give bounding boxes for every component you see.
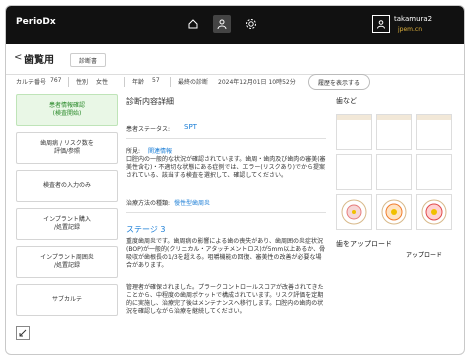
upload-link[interactable]: アップロード [406,250,442,259]
karute-value: 767 [50,77,62,84]
age-value: 57 [152,77,160,84]
sidebar-item-examiner-input[interactable]: 検査者の入力のみ [16,170,118,202]
upload-section-title: 歯をアップロード [336,240,392,248]
app-window: PerioDx takamura2 jpem.cn < 歯覧用 診断書 カルテ番… [5,5,465,355]
app-logo: PerioDx [16,17,56,27]
page-title: 歯覧用 [24,55,54,66]
periodontal-circle-thumbnail[interactable] [336,194,372,230]
section-heading: 診断内容詳細 [126,97,174,106]
diagnosis-link[interactable]: 慢性型歯周炎 [174,198,210,207]
periodontal-circle-thumbnail[interactable] [416,194,452,230]
divider [126,212,326,213]
expand-icon[interactable] [16,326,30,340]
user-subtext: jpem.cn [398,26,423,33]
xray-thumbnail[interactable] [416,114,452,150]
sex-label: 性別 [76,79,89,86]
thumbnail-strip [417,115,451,120]
status-label: 患者ステータス: [126,126,171,133]
teeth-section-title: 歯など [336,97,357,105]
chart-thumbnail[interactable] [376,154,412,190]
page-header: < 歯覧用 診断書 [6,44,464,75]
back-icon[interactable]: < [14,52,22,63]
sex-value: 女性 [96,79,109,86]
circle-chart-icon [381,199,407,225]
sidebar-item-implant-purchase[interactable]: インプラント購入 /処置記録 [16,208,118,240]
show-history-button[interactable]: 履歴を表示する [308,74,370,90]
last-diagnosis-label: 最終の診断 [178,79,209,86]
report-button[interactable]: 診断書 [70,53,106,67]
patient-icon[interactable] [213,15,231,33]
stage-paragraph-1: 重度歯周炎です。歯周病の影響による歯の喪失があり、歯周囲の炎症状況(BOP)が一… [126,238,326,269]
status-value: SPT [184,123,197,131]
right-panel: 歯など 歯をアップロード アップロード [336,94,456,324]
notes-text: 口腔内の一般的な状況が確認されています。歯周・歯肉及び歯肉の審美(審美性含む)・… [126,156,326,179]
screen-frame: PerioDx takamura2 jpem.cn < 歯覧用 診断書 カルテ番… [0,0,468,358]
xray-thumbnail[interactable] [376,114,412,150]
sidebar-item-peri-implantitis[interactable]: インプラント周囲炎 /処置記録 [16,246,118,278]
user-avatar-icon[interactable] [372,15,390,33]
notes-label: 所見: [126,148,141,155]
circle-chart-icon [341,199,367,225]
stage-paragraph-2: 管理者が確保されました。プラークコントロールスコアが改善されてきたことから、中程… [126,284,324,315]
separator [124,77,125,87]
divider [126,138,326,139]
sidebar-item-sub-karute[interactable]: サブカルテ [16,284,118,316]
age-label: 年齢 [132,79,145,86]
sidebar-item-patient-check[interactable]: 患者情報確認 (検査開始) [16,94,118,126]
stage-title: ステージ 3 [126,225,166,234]
chart-thumbnail[interactable] [416,154,452,190]
periodontal-circle-thumbnail[interactable] [376,194,412,230]
home-icon[interactable] [184,15,202,33]
top-bar: PerioDx takamura2 jpem.cn [6,6,464,44]
separator [68,77,69,87]
thumbnail-strip [337,115,371,120]
patient-info-bar: カルテ番号 767 性別 女性 年齢 57 最終の診断 2024年12月01日 … [6,74,464,90]
settings-icon[interactable] [242,15,260,33]
karute-label: カルテ番号 [16,79,47,86]
thumbnail-strip [377,115,411,120]
diagnosis-label: 治療方法の種類: [126,200,171,207]
last-diagnosis-value: 2024年12月01日 10時52分 [218,79,296,86]
chart-thumbnail[interactable] [336,154,372,190]
sidebar-item-periodontal-eval[interactable]: 歯周病 / リスク数を 評価/参照 [16,132,118,164]
user-name: takamura2 [394,15,433,23]
xray-thumbnail[interactable] [336,114,372,150]
sidebar: 患者情報確認 (検査開始) 歯周病 / リスク数を 評価/参照 検査者の入力のみ… [16,94,118,324]
separator [170,77,171,87]
circle-chart-icon [421,199,447,225]
notes-link[interactable]: 関連情報 [148,146,172,155]
main-content: 診断内容詳細 患者ステータス: SPT 所見: 関連情報 口腔内の一般的な状況が… [126,94,326,344]
